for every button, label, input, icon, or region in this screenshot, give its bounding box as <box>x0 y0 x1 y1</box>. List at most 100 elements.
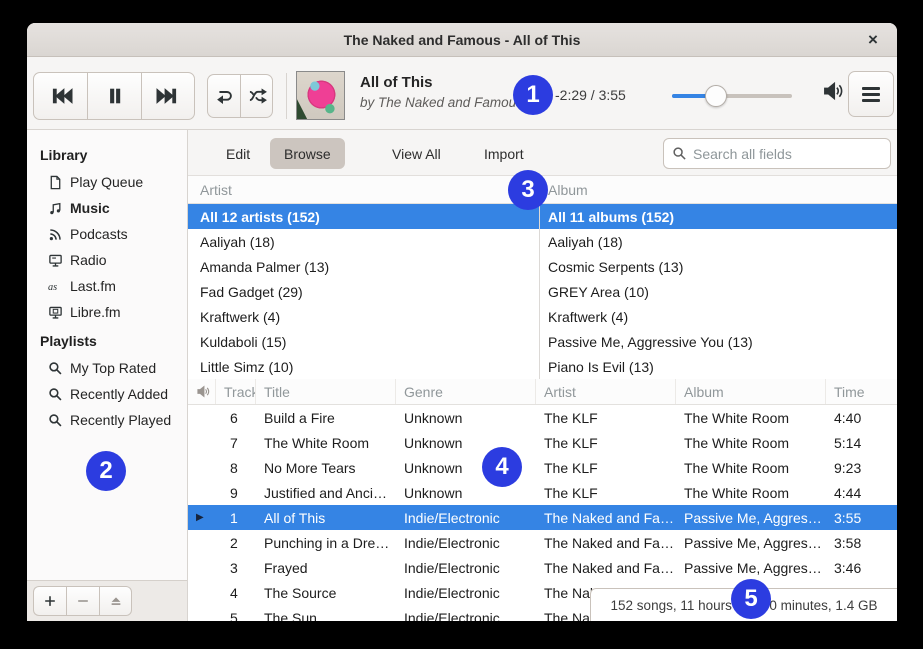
track-cell: 9 <box>216 480 256 505</box>
sidebar-item-label: Recently Added <box>70 386 168 402</box>
volume-slider-handle[interactable] <box>705 85 727 107</box>
playing-column-header[interactable] <box>188 379 216 404</box>
browser-row[interactable]: Kraftwerk (4) <box>188 304 539 329</box>
table-row[interactable]: 9Justified and Anci…UnknownThe KLFThe Wh… <box>188 480 897 505</box>
search-icon <box>47 386 63 402</box>
sidebar-item-label: Play Queue <box>70 174 143 190</box>
lastfm-icon: as <box>47 278 63 294</box>
playback-mode-group <box>207 74 273 118</box>
browser-row[interactable]: GREY Area (10) <box>540 279 897 304</box>
sidebar-item-my-top-rated[interactable]: My Top Rated <box>27 355 187 381</box>
next-button[interactable] <box>141 72 195 120</box>
sidebar-item-last-fm[interactable]: asLast.fm <box>27 273 187 299</box>
titlebar[interactable]: The Naked and Famous - All of This × <box>27 23 897 57</box>
menu-button[interactable] <box>848 71 894 117</box>
time-cell: 9:23 <box>826 455 897 480</box>
artist-cell: The KLF <box>536 455 676 480</box>
browser-row[interactable]: Fad Gadget (29) <box>188 279 539 304</box>
nav-button-edit[interactable]: Edit <box>212 138 264 169</box>
album-browser-pane: All 11 albums (152)Aaliyah (18)Cosmic Se… <box>540 204 897 379</box>
nav-button-view-all[interactable]: View All <box>378 138 455 169</box>
time-column-header[interactable]: Time <box>826 379 897 404</box>
title-cell: Build a Fire <box>256 405 396 430</box>
table-row[interactable]: 7The White RoomUnknownThe KLFThe White R… <box>188 430 897 455</box>
browser-row[interactable]: All 11 albums (152) <box>540 204 897 229</box>
nav-row: EditBrowse View All Import <box>188 130 897 176</box>
browser-row[interactable]: Aaliyah (18) <box>540 229 897 254</box>
artist-column-header[interactable]: Artist <box>188 176 540 203</box>
time-cell: 3:55 <box>826 505 897 530</box>
nav-button-import[interactable]: Import <box>470 138 538 169</box>
pause-button[interactable] <box>87 72 141 120</box>
album-cell: Passive Me, Aggres… <box>676 555 826 580</box>
track-cell: 1 <box>216 505 256 530</box>
table-row[interactable]: ▶1All of ThisIndie/ElectronicThe Naked a… <box>188 505 897 530</box>
nav-button-browse[interactable]: Browse <box>270 138 345 169</box>
sidebar-item-music[interactable]: Music <box>27 195 187 221</box>
genre-cell: Indie/Electronic <box>396 505 536 530</box>
sidebar-heading: Playlists <box>27 325 187 355</box>
browser-row[interactable]: Kraftwerk (4) <box>540 304 897 329</box>
repeat-button[interactable] <box>207 74 240 118</box>
browser-row[interactable]: Piano Is Evil (13) <box>540 354 897 379</box>
plus-button[interactable] <box>33 586 66 616</box>
next-icon <box>156 84 180 108</box>
playing-cell <box>188 430 216 455</box>
sidebar-item-label: Libre.fm <box>70 304 121 320</box>
speaker-icon[interactable] <box>822 80 844 102</box>
genre-cell: Indie/Electronic <box>396 555 536 580</box>
artist-cell: The KLF <box>536 430 676 455</box>
search-box[interactable] <box>663 138 891 169</box>
music-note-icon <box>47 200 63 216</box>
eject-button[interactable] <box>99 586 132 616</box>
table-row[interactable]: 6Build a FireUnknownThe KLFThe White Roo… <box>188 405 897 430</box>
artist-cell: The KLF <box>536 405 676 430</box>
album-cell: The White Room <box>676 455 826 480</box>
sidebar-item-podcasts[interactable]: Podcasts <box>27 221 187 247</box>
playing-cell <box>188 555 216 580</box>
sidebar-item-radio[interactable]: Radio <box>27 247 187 273</box>
artist-column-header2[interactable]: Artist <box>536 379 676 404</box>
table-row[interactable]: 2Punching in a Dre…Indie/ElectronicThe N… <box>188 530 897 555</box>
album-cell: The White Room <box>676 405 826 430</box>
sidebar-item-label: Recently Played <box>70 412 171 428</box>
sidebar-item-recently-played[interactable]: Recently Played <box>27 407 187 433</box>
browser-row[interactable]: Aaliyah (18) <box>188 229 539 254</box>
document-icon <box>47 174 63 190</box>
close-button[interactable]: × <box>859 26 887 54</box>
sidebar-item-libre-fm[interactable]: Libre.fm <box>27 299 187 325</box>
volume-slider[interactable] <box>672 94 792 98</box>
artist-cell: The KLF <box>536 480 676 505</box>
search-icon <box>47 412 63 428</box>
sidebar-item-label: Podcasts <box>70 226 128 242</box>
browser-row[interactable]: Passive Me, Aggressive You (13) <box>540 329 897 354</box>
browser-row[interactable]: Cosmic Serpents (13) <box>540 254 897 279</box>
search-icon <box>672 146 687 161</box>
album-art <box>296 71 345 120</box>
time-display: -2:29 / 3:55 <box>555 87 655 103</box>
title-column-header[interactable]: Title <box>256 379 396 404</box>
title-cell: No More Tears <box>256 455 396 480</box>
playing-cell <box>188 530 216 555</box>
minus-button[interactable] <box>66 586 99 616</box>
browser-row[interactable]: Little Simz (10) <box>188 354 539 379</box>
track-cell: 3 <box>216 555 256 580</box>
track-column-header[interactable]: Track <box>216 379 256 404</box>
browser-row[interactable]: Kuldaboli (15) <box>188 329 539 354</box>
sidebar-item-play-queue[interactable]: Play Queue <box>27 169 187 195</box>
album-column-header2[interactable]: Album <box>676 379 826 404</box>
browser-row[interactable]: All 12 artists (152) <box>188 204 539 229</box>
genre-column-header[interactable]: Genre <box>396 379 536 404</box>
sidebar-item-recently-added[interactable]: Recently Added <box>27 381 187 407</box>
track-cell: 8 <box>216 455 256 480</box>
search-input[interactable] <box>693 146 882 162</box>
table-row[interactable]: 3FrayedIndie/ElectronicThe Naked and Fa…… <box>188 555 897 580</box>
genre-cell: Indie/Electronic <box>396 580 536 605</box>
table-row[interactable]: 8No More TearsUnknownThe KLFThe White Ro… <box>188 455 897 480</box>
shuffle-button[interactable] <box>240 74 273 118</box>
annotation-circle-4: 4 <box>482 447 522 487</box>
previous-button[interactable] <box>33 72 87 120</box>
window-body: LibraryPlay QueueMusicPodcastsRadioasLas… <box>27 130 897 621</box>
previous-icon <box>49 84 73 108</box>
browser-row[interactable]: Amanda Palmer (13) <box>188 254 539 279</box>
